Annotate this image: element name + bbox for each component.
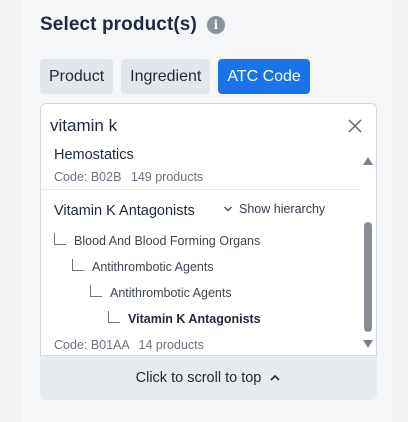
- result-meta: Code: B01AA 14 products: [54, 338, 204, 352]
- info-icon[interactable]: i: [206, 16, 225, 34]
- scroll-to-top-label: Click to scroll to top: [135, 370, 262, 386]
- results-list[interactable]: Hemostatics Code: B02B 149 products Vita…: [40, 148, 377, 356]
- panel-header: Select product(s) i: [40, 14, 225, 36]
- product-selector-panel: Select product(s) i Product Ingredient A…: [22, 0, 392, 422]
- result-code: Code: B02B: [54, 170, 122, 184]
- tree-connector-icon: [72, 259, 84, 271]
- result-meta: Code: B02B 149 products: [54, 170, 203, 184]
- search-box: [40, 103, 377, 149]
- result-count: 14 products: [138, 338, 204, 352]
- hierarchy-level-4: Vitamin K Antagonists: [108, 311, 261, 326]
- hierarchy-level-2: Antithrombotic Agents: [72, 259, 214, 274]
- result-title[interactable]: Vitamin K Antagonists: [54, 203, 195, 219]
- search-input[interactable]: [50, 116, 330, 136]
- scroll-down-arrow-icon[interactable]: [363, 340, 373, 348]
- scrollbar-thumb[interactable]: [364, 222, 372, 332]
- hierarchy-label: Antithrombotic Agents: [92, 260, 214, 274]
- results-scrollbar[interactable]: [360, 148, 376, 355]
- tab-ingredient[interactable]: Ingredient: [121, 59, 211, 94]
- tab-product[interactable]: Product: [40, 59, 114, 94]
- tree-connector-icon: [90, 285, 102, 297]
- page-title: Select product(s): [40, 14, 197, 35]
- chevron-down-icon: [224, 206, 232, 212]
- tree-connector-icon: [108, 311, 120, 323]
- chevron-up-icon: [270, 374, 280, 381]
- hierarchy-level-3: Antithrombotic Agents: [90, 285, 232, 300]
- hierarchy-level-1: Blood And Blood Forming Organs: [54, 233, 261, 248]
- tab-atc-code[interactable]: ATC Code: [218, 59, 310, 94]
- scroll-to-top-button[interactable]: Click to scroll to top: [40, 356, 377, 400]
- tree-connector-icon: [54, 233, 66, 245]
- hierarchy-label: Vitamin K Antagonists: [128, 312, 261, 326]
- hierarchy-label: Blood And Blood Forming Organs: [74, 234, 261, 248]
- result-title[interactable]: Hemostatics: [54, 148, 134, 163]
- result-code: Code: B01AA: [54, 338, 130, 352]
- result-count: 149 products: [130, 170, 204, 184]
- scroll-up-arrow-icon[interactable]: [363, 157, 373, 165]
- divider: [41, 189, 360, 190]
- show-hierarchy-label: Show hierarchy: [239, 202, 326, 216]
- search-type-tabs: Product Ingredient ATC Code: [40, 59, 310, 94]
- show-hierarchy-button[interactable]: Show hierarchy: [223, 202, 325, 216]
- hierarchy-label: Antithrombotic Agents: [110, 286, 232, 300]
- close-icon[interactable]: [346, 117, 364, 135]
